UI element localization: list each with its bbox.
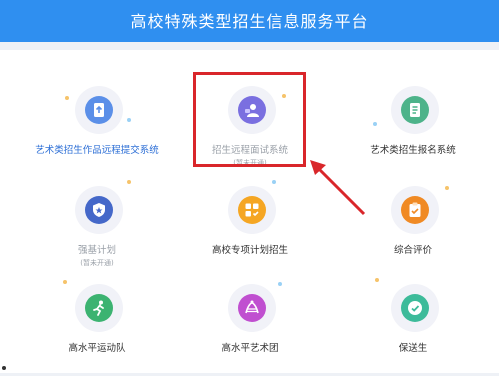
icon-backdrop: [391, 86, 439, 134]
icon-backdrop: [228, 186, 276, 234]
tile-comprehensive-evaluation[interactable]: 综合评价: [333, 178, 493, 278]
tile-strong-foundation-plan[interactable]: 强基计划 (暂未开通): [17, 178, 177, 278]
decor-dot: [272, 180, 276, 184]
icon-backdrop: [391, 186, 439, 234]
tile-status: (暂未开通): [80, 259, 114, 267]
decor-dot: [127, 180, 131, 184]
decor-dot: [375, 278, 379, 282]
art-troupe-icon: [238, 294, 266, 322]
tile-high-level-sports-team[interactable]: 高水平运动队: [17, 276, 177, 376]
tile-label: 保送生: [398, 343, 428, 354]
app-header: 高校特殊类型招生信息服务平台: [0, 0, 499, 42]
icon-backdrop: [391, 284, 439, 332]
shield-badge-icon: [85, 196, 113, 224]
grid-check-icon: [238, 196, 266, 224]
icon-backdrop: [75, 86, 123, 134]
highlight-box: [193, 72, 306, 167]
icon-backdrop: [228, 284, 276, 332]
decor-dot: [373, 122, 377, 126]
guarantee-badge-icon: [401, 294, 429, 322]
tile-label: 高校专项计划招生: [211, 245, 288, 256]
tile-label: 艺术类招生报名系统: [370, 145, 456, 156]
page-title: 高校特殊类型招生信息服务平台: [130, 12, 369, 31]
tile-art-registration[interactable]: 艺术类招生报名系统: [333, 78, 493, 178]
decor-dot: [445, 186, 449, 190]
tile-recommended-admission[interactable]: 保送生: [333, 276, 493, 376]
clipboard-check-icon: [401, 196, 429, 224]
tile-art-works-submission[interactable]: 艺术类招生作品远程提交系统: [17, 78, 177, 178]
upload-document-icon: [85, 96, 113, 124]
decor-dot: [65, 96, 69, 100]
tile-label: 高水平艺术团: [221, 343, 279, 354]
tile-label: 综合评价: [393, 245, 432, 256]
icon-backdrop: [75, 284, 123, 332]
decor-dot: [278, 282, 282, 286]
tile-special-university-plan[interactable]: 高校专项计划招生: [170, 178, 330, 278]
icon-backdrop: [75, 186, 123, 234]
decor-dot: [63, 280, 67, 284]
tile-label: 高水平运动队: [68, 343, 126, 354]
tile-label: 强基计划: [77, 245, 116, 256]
tile-label: 艺术类招生作品远程提交系统: [35, 145, 159, 156]
decor-dot: [127, 118, 131, 122]
athlete-running-icon: [85, 294, 113, 322]
corner-dot: [2, 366, 6, 370]
registration-form-icon: [401, 96, 429, 124]
tile-high-level-art-troupe[interactable]: 高水平艺术团: [170, 276, 330, 376]
